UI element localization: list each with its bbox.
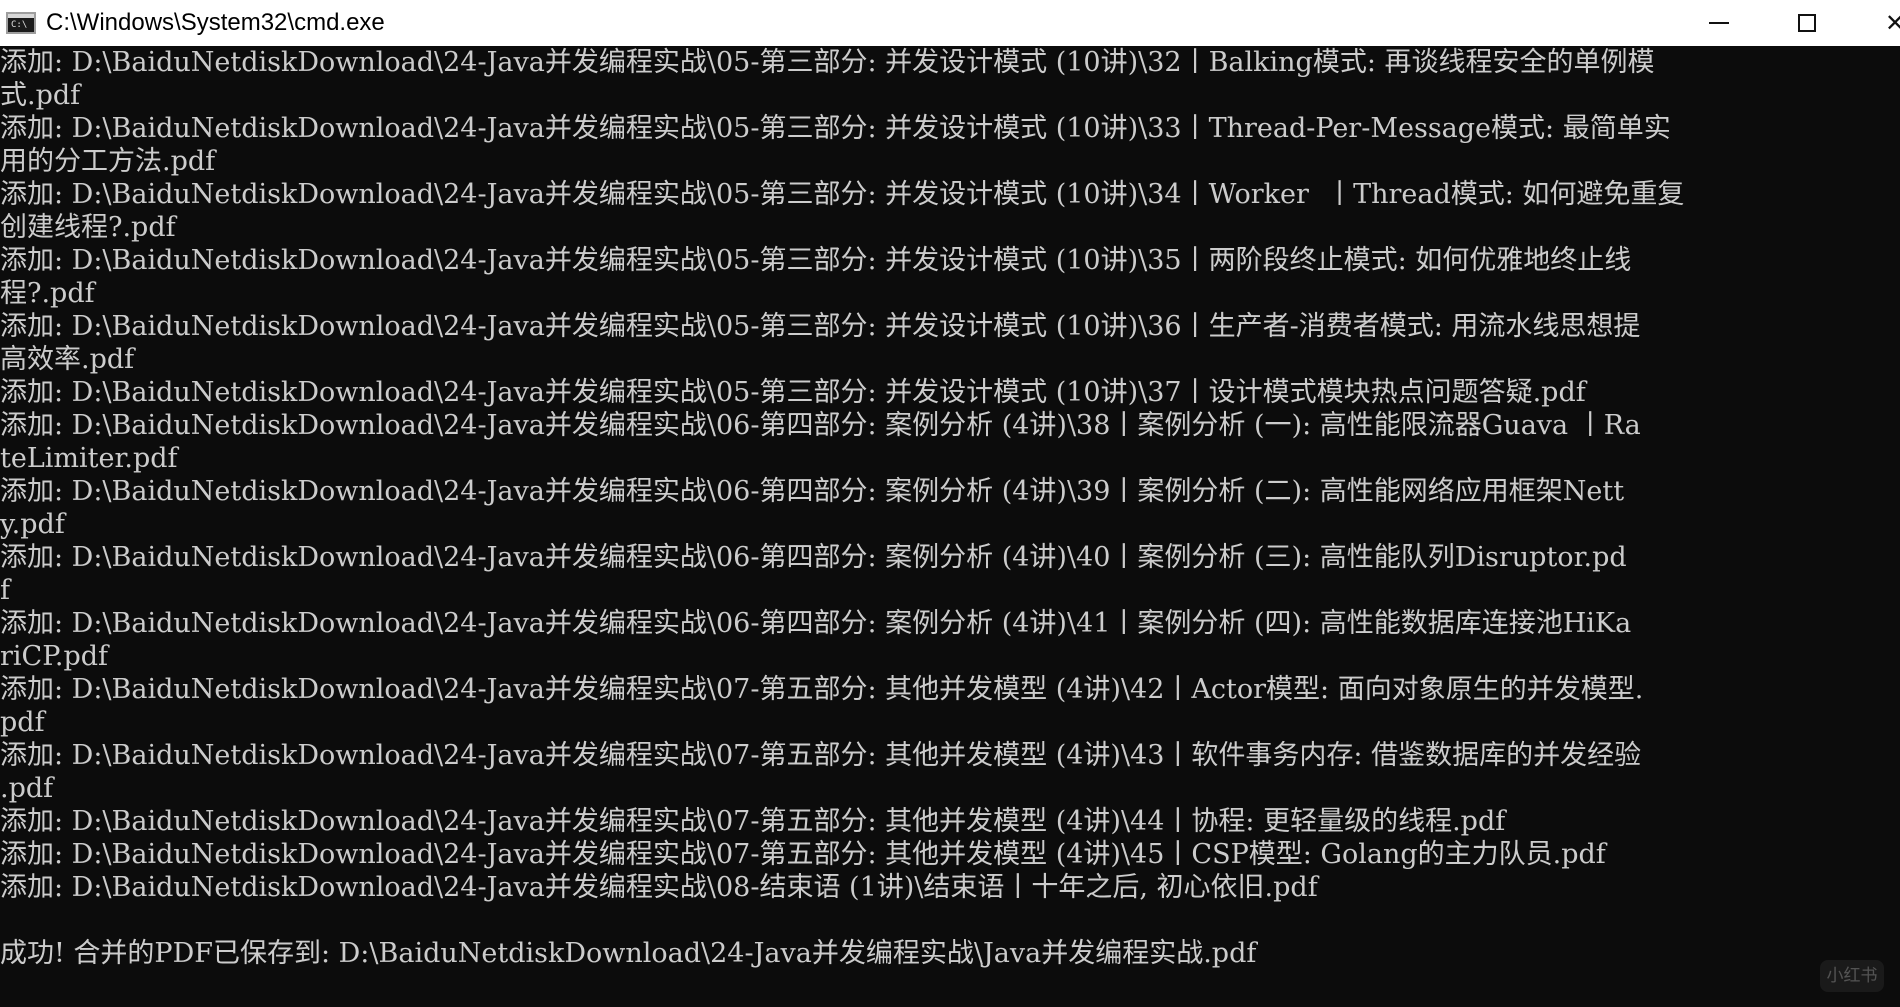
console-line: 高效率.pdf bbox=[0, 344, 135, 375]
console-line: 用的分工方法.pdf bbox=[0, 146, 216, 177]
console-line: 添加: D:\BaiduNetdiskDownload\24-Java并发编程实… bbox=[0, 245, 1632, 276]
console-line: 添加: D:\BaiduNetdiskDownload\24-Java并发编程实… bbox=[0, 113, 1671, 144]
console-line: 添加: D:\BaiduNetdiskDownload\24-Java并发编程实… bbox=[0, 476, 1625, 507]
console-line: f bbox=[0, 575, 10, 606]
console-line: teLimiter.pdf bbox=[0, 443, 178, 474]
terminal-icon[interactable]: C:\ bbox=[6, 12, 36, 34]
cmd-window: C:\ C:\Windows\System32\cmd.exe ✕ 添加: D:… bbox=[0, 0, 1900, 1007]
close-button[interactable]: ✕ bbox=[1851, 0, 1900, 46]
minimize-button[interactable] bbox=[1675, 0, 1763, 46]
console-line: 式.pdf bbox=[0, 80, 81, 111]
console-line: riCP.pdf bbox=[0, 641, 109, 672]
watermark-logo: 小红书 bbox=[1820, 960, 1884, 992]
console-line: 添加: D:\BaiduNetdiskDownload\24-Java并发编程实… bbox=[0, 377, 1586, 408]
console-line: 添加: D:\BaiduNetdiskDownload\24-Java并发编程实… bbox=[0, 740, 1642, 771]
console-line: 添加: D:\BaiduNetdiskDownload\24-Java并发编程实… bbox=[0, 806, 1506, 837]
console-line: y.pdf bbox=[0, 509, 65, 540]
console-line: 创建线程?.pdf bbox=[0, 212, 176, 243]
console-output[interactable]: 添加: D:\BaiduNetdiskDownload\24-Java并发编程实… bbox=[0, 46, 1900, 1007]
maximize-button[interactable] bbox=[1763, 0, 1851, 46]
console-line: 添加: D:\BaiduNetdiskDownload\24-Java并发编程实… bbox=[0, 872, 1318, 903]
console-line: pdf bbox=[0, 707, 45, 738]
console-line: 添加: D:\BaiduNetdiskDownload\24-Java并发编程实… bbox=[0, 47, 1655, 78]
console-line: 程?.pdf bbox=[0, 278, 95, 309]
console-line: 添加: D:\BaiduNetdiskDownload\24-Java并发编程实… bbox=[0, 311, 1641, 342]
console-line: 添加: D:\BaiduNetdiskDownload\24-Java并发编程实… bbox=[0, 839, 1606, 870]
close-icon: ✕ bbox=[1884, 9, 1900, 37]
console-line: .pdf bbox=[0, 773, 54, 804]
console-line: 添加: D:\BaiduNetdiskDownload\24-Java并发编程实… bbox=[0, 179, 1685, 210]
minimize-icon bbox=[1709, 22, 1729, 24]
console-line: 添加: D:\BaiduNetdiskDownload\24-Java并发编程实… bbox=[0, 608, 1632, 639]
console-line: 添加: D:\BaiduNetdiskDownload\24-Java并发编程实… bbox=[0, 674, 1644, 705]
window-title: C:\Windows\System32\cmd.exe bbox=[46, 9, 385, 36]
console-line: 添加: D:\BaiduNetdiskDownload\24-Java并发编程实… bbox=[0, 410, 1641, 441]
maximize-icon bbox=[1798, 14, 1816, 32]
console-line: 成功! 合并的PDF已保存到: D:\BaiduNetdiskDownload\… bbox=[0, 938, 1257, 969]
title-bar[interactable]: C:\ C:\Windows\System32\cmd.exe ✕ bbox=[0, 0, 1900, 46]
console-line: 添加: D:\BaiduNetdiskDownload\24-Java并发编程实… bbox=[0, 542, 1627, 573]
